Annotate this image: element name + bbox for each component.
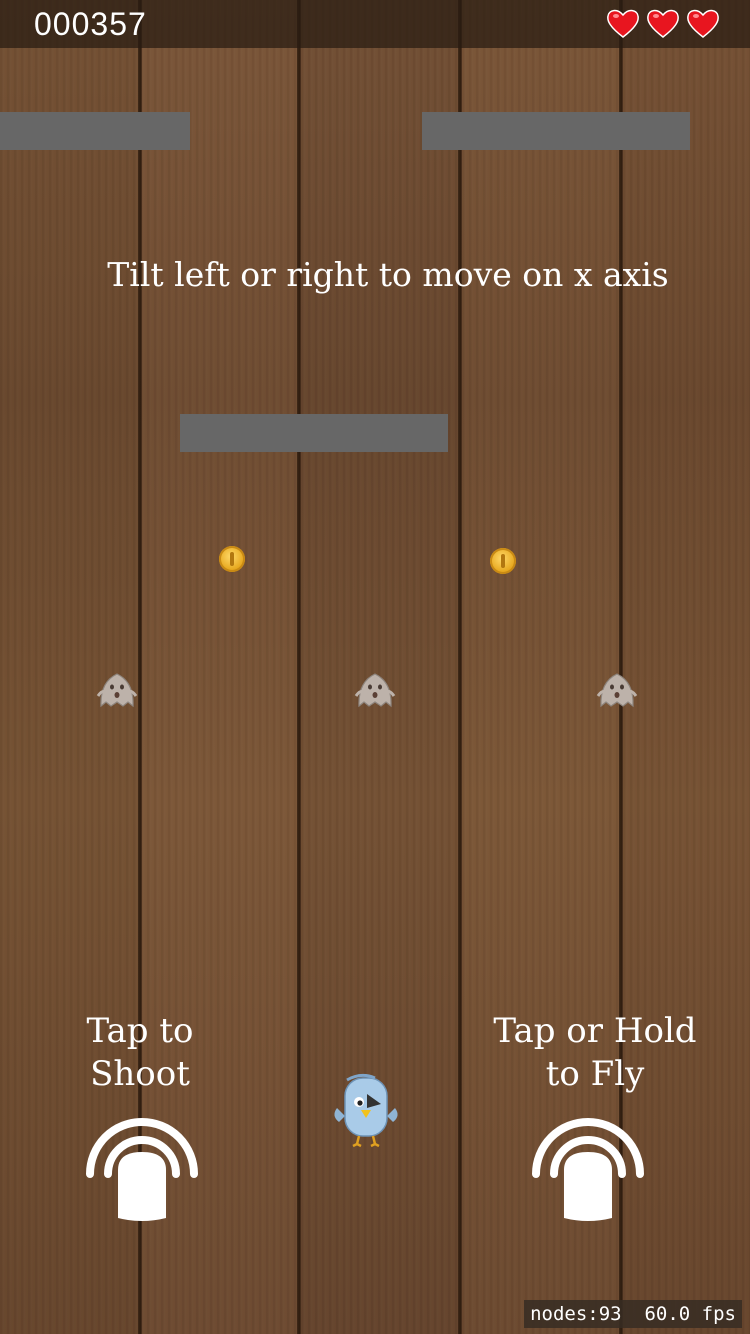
heart-icon	[687, 9, 719, 38]
ghost-icon	[354, 673, 396, 708]
ghost-icon	[596, 673, 638, 708]
platform	[422, 112, 690, 150]
ghost-icon	[96, 673, 138, 708]
debug-stats: nodes:93 60.0 fps	[524, 1300, 742, 1328]
plank-seam	[297, 0, 301, 1334]
platform	[180, 414, 448, 452]
coin-icon	[219, 546, 245, 572]
fly-label: Tap or Hold to Fly	[480, 1010, 710, 1096]
tap-gesture-icon	[86, 1118, 198, 1221]
shoot-label-line2: Shoot	[90, 1054, 190, 1094]
heart-icon	[647, 9, 679, 38]
game-scene[interactable]: Tilt left or right to move on x axis Tap…	[0, 0, 750, 1334]
heart-icon	[607, 9, 639, 38]
fly-label-line2: to Fly	[545, 1054, 645, 1094]
plank-seam	[458, 0, 462, 1334]
fly-label-line1: Tap or Hold	[493, 1011, 697, 1051]
node-count: nodes:93	[530, 1303, 622, 1325]
platform	[0, 112, 190, 150]
blue-bird-player-icon	[334, 1073, 398, 1148]
shoot-label: Tap to Shoot	[40, 1010, 240, 1096]
coin-icon	[490, 548, 516, 574]
shoot-label-line1: Tap to	[86, 1011, 194, 1051]
fps-readout: 60.0 fps	[644, 1303, 736, 1325]
lives-indicator	[606, 6, 720, 40]
tap-gesture-icon	[532, 1118, 644, 1221]
tilt-hint-text: Tilt left or right to move on x axis	[107, 255, 669, 294]
score-counter: 000357	[34, 6, 147, 42]
